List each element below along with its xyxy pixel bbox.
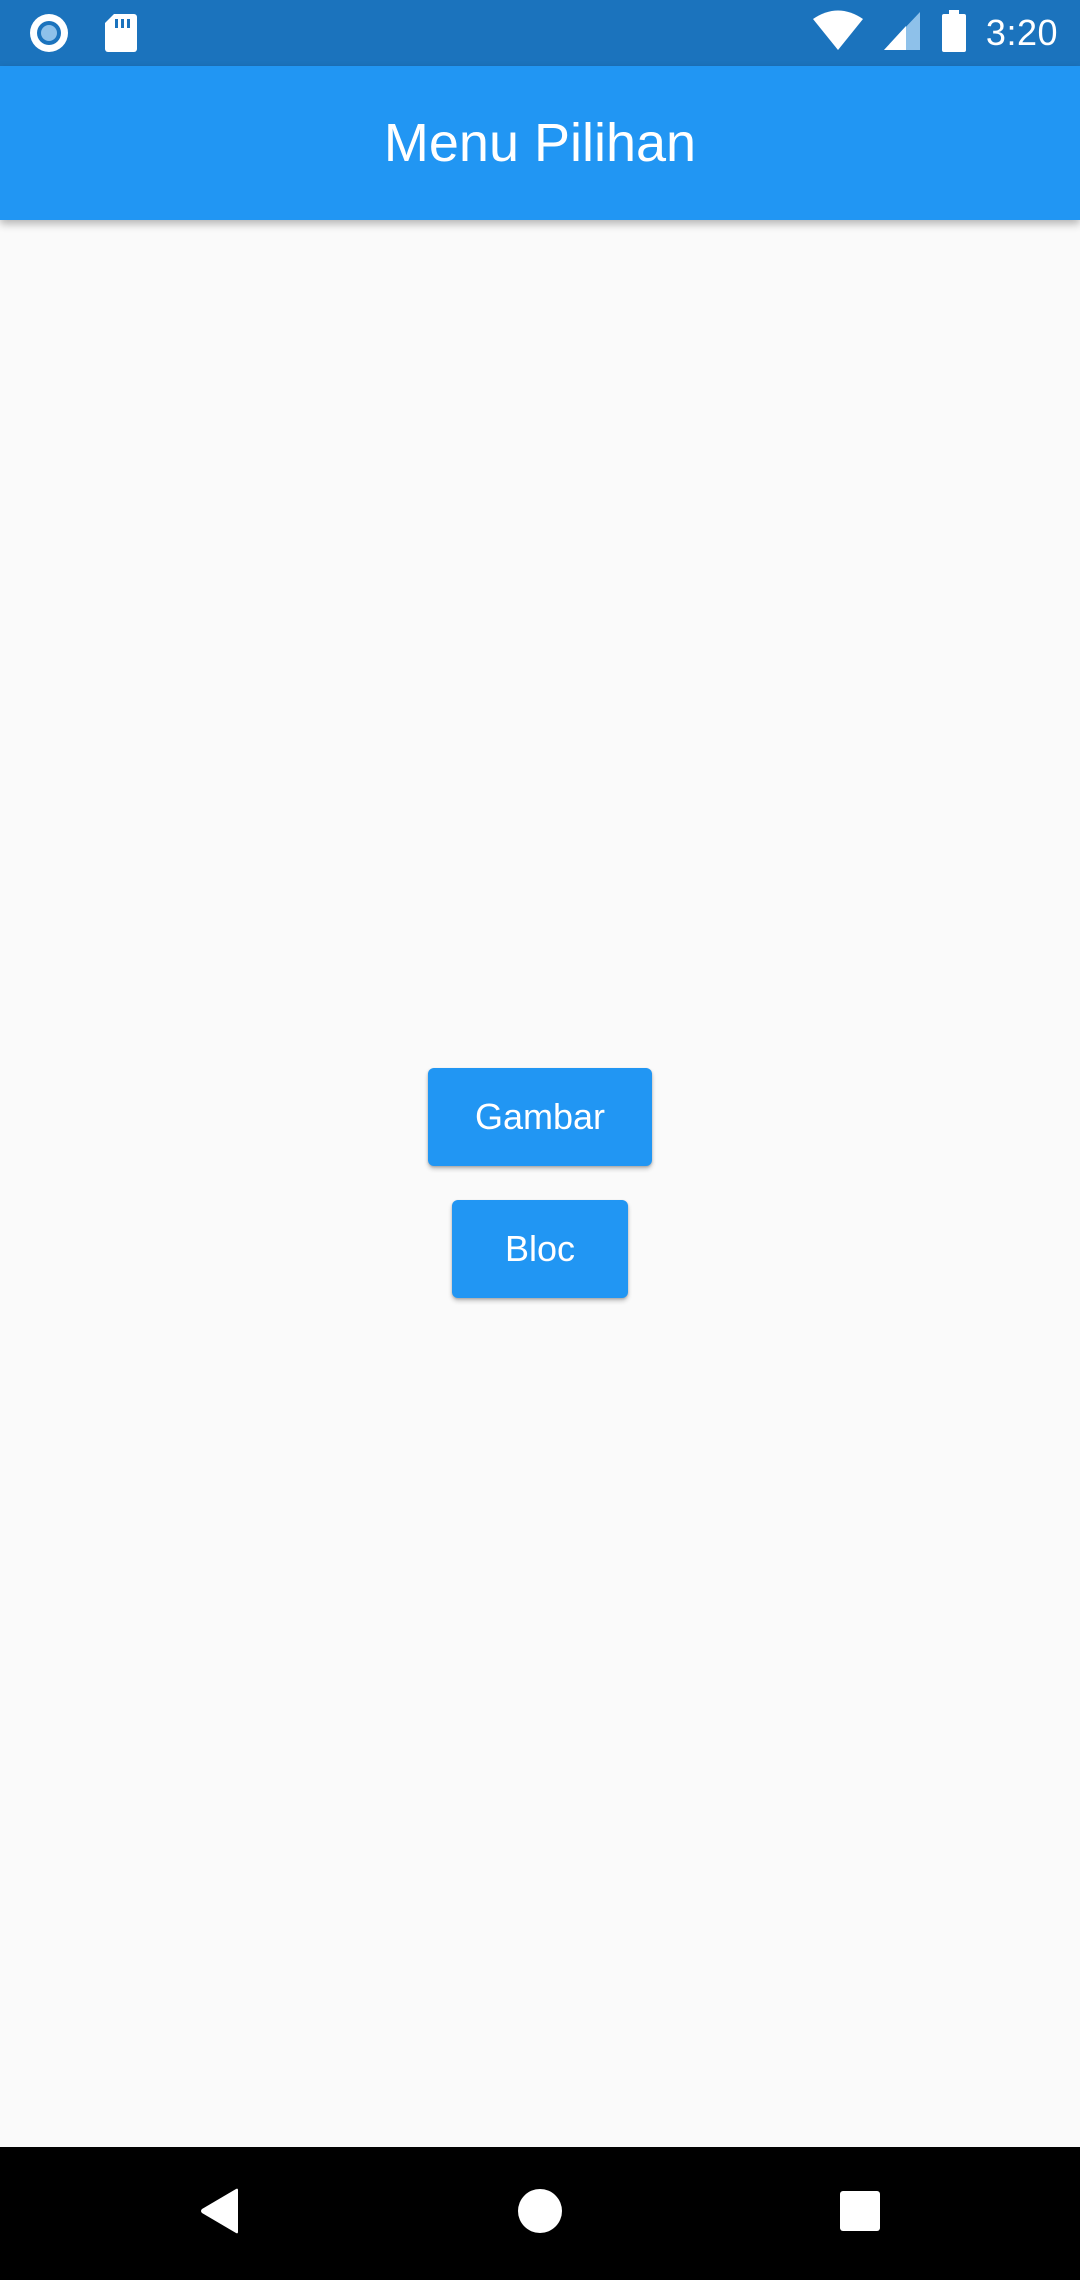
navigation-bar	[0, 2147, 1080, 2280]
status-time: 3:20	[985, 12, 1058, 53]
wifi-icon	[812, 10, 864, 57]
back-icon	[198, 2187, 242, 2240]
status-bar: 3:20	[0, 0, 1080, 66]
gambar-button[interactable]: Gambar	[428, 1068, 652, 1166]
sync-icon	[28, 12, 70, 59]
sd-card-icon	[104, 12, 138, 59]
page-title: Menu Pilihan	[383, 113, 697, 173]
app-bar: Menu Pilihan	[0, 66, 1080, 220]
back-button[interactable]	[140, 2147, 300, 2280]
home-icon	[517, 2188, 563, 2239]
bloc-button[interactable]: Bloc	[452, 1200, 628, 1298]
cell-signal-icon	[882, 10, 922, 57]
recents-icon	[839, 2190, 881, 2237]
screen: 3:20 Menu Pilihan Gambar Bloc	[0, 0, 1080, 2280]
home-button[interactable]	[460, 2147, 620, 2280]
battery-icon	[940, 9, 968, 58]
recents-button[interactable]	[780, 2147, 940, 2280]
